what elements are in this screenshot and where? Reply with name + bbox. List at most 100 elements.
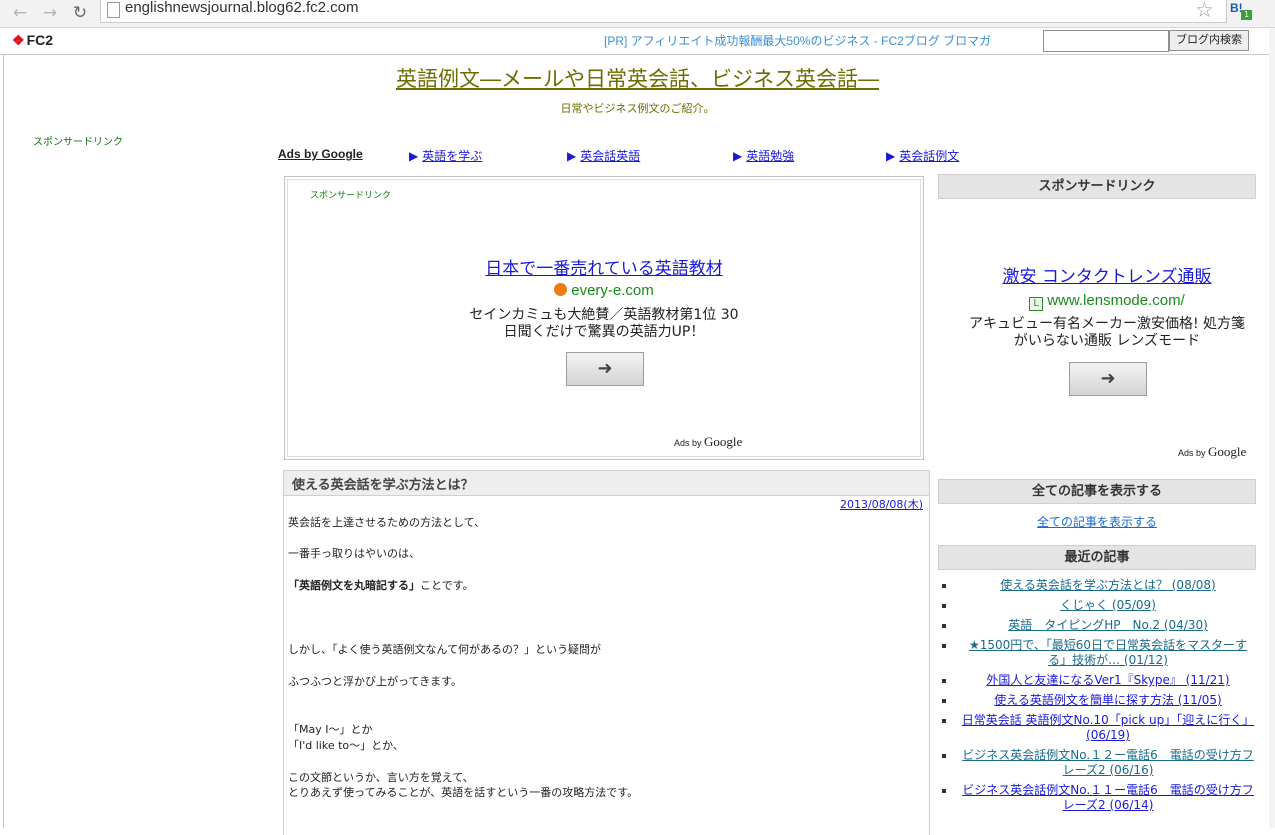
- ad-sponsor-label: スポンサードリンク: [310, 191, 392, 201]
- ad-title-link[interactable]: 日本で一番売れている英語教材: [288, 254, 920, 279]
- fc2-logo-text: FC2: [26, 32, 54, 48]
- page-icon: [107, 2, 120, 18]
- bullet-icon: [942, 699, 946, 703]
- lensmode-favicon-icon: L: [1029, 297, 1044, 311]
- sidebar-sponsor-header: スポンサードリンク: [938, 174, 1256, 199]
- link-unit-label: 英語勉強: [746, 149, 795, 163]
- address-bar[interactable]: englishnewsjournal.blog62.fc2.com: [100, 0, 1227, 23]
- link-unit-4[interactable]: ▶ 英会話例文: [886, 147, 959, 164]
- article-line: 一番手っ取りはやいのは、: [288, 547, 420, 560]
- article-line: 英会話を上達させるための方法として、: [288, 516, 486, 529]
- link-unit-1[interactable]: ▶ 英語を学ぶ: [409, 147, 482, 164]
- article-line: 「I'd like to〜」とか、: [288, 739, 404, 752]
- ad-url[interactable]: every-e.com: [288, 282, 920, 299]
- browser-toolbar: ← → ↻ englishnewsjournal.blog62.fc2.com …: [0, 0, 1275, 28]
- sidebar-ad-title-link[interactable]: 激安 コンタクトレンズ通販: [938, 262, 1275, 287]
- ad-url-text: every-e.com: [571, 282, 654, 299]
- site-title[interactable]: 英語例文―メールや日常英会話、ビジネス英会話―: [0, 63, 1275, 93]
- recent-posts-list: 使える英会話を学ぶ方法とは？ (08/08) くじゃく (05/09) 英語 タ…: [938, 578, 1256, 818]
- recent-post-link[interactable]: ビジネス英会話例文No.１２ー電話6 電話の受け方フレーズ2 (06/16): [962, 748, 1254, 777]
- link-unit-label: 英語を学ぶ: [422, 149, 483, 163]
- recent-post-item: ビジネス英会話例文No.１１ー電話6 電話の受け方フレーズ2 (06/14): [938, 783, 1256, 813]
- recent-post-link[interactable]: ★1500円で、「最短60日で日常英会話をマスターする」技術が… (01/12): [969, 638, 1247, 667]
- recent-post-item: くじゃく (05/09): [938, 598, 1256, 613]
- ads-by-google-badge[interactable]: Ads by Google: [674, 434, 742, 450]
- recent-post-item: 外国人と友達になるVer1『Skype』 (11/21): [938, 673, 1256, 688]
- recent-post-link[interactable]: 使える英会話を学ぶ方法とは？ (08/08): [1000, 578, 1215, 592]
- sidebar-ad-url[interactable]: Lwww.lensmode.com/: [938, 292, 1275, 311]
- ad-arrow-button[interactable]: ➜: [566, 352, 644, 386]
- url-text[interactable]: englishnewsjournal.blog62.fc2.com: [125, 0, 358, 16]
- extension-badge: 1: [1241, 10, 1252, 20]
- arrow-right-icon: ➜: [1100, 368, 1116, 389]
- ads-by-google-link[interactable]: Ads by Google: [278, 147, 363, 161]
- sidebar-ad-arrow-button[interactable]: ➜: [1069, 362, 1147, 396]
- bullet-icon: [942, 719, 946, 723]
- recent-post-link[interactable]: ビジネス英会話例文No.１１ー電話6 電話の受け方フレーズ2 (06/14): [962, 783, 1254, 812]
- blog-search-button[interactable]: ブログ内検索: [1169, 30, 1249, 51]
- ad-description: セインカミュも大絶賛／英語教材第1位 30 日聞くだけで驚異の英語力UP！: [288, 307, 920, 341]
- recent-post-link[interactable]: 使える英語例文を簡単に探す方法 (11/05): [994, 693, 1221, 707]
- recent-post-item: 使える英語例文を簡単に探す方法 (11/05): [938, 693, 1256, 708]
- link-unit-label: 英会話例文: [899, 149, 960, 163]
- link-unit-3[interactable]: ▶ 英語勉強: [733, 147, 794, 164]
- site-description: 日常やビジネス例文のご紹介。: [560, 102, 715, 115]
- pr-link[interactable]: [PR] アフィリエイト成功報酬最大50%のビジネス - FC2ブログ ブロマガ: [604, 32, 991, 49]
- ads-by-text: Ads by: [674, 438, 702, 448]
- bullet-icon: [942, 789, 946, 793]
- forward-icon[interactable]: →: [40, 3, 60, 23]
- sidebar-ads-by-google-badge[interactable]: Ads by Google: [1178, 444, 1246, 460]
- article-line: 「英語例文を丸暗記する」ことです。: [288, 577, 474, 593]
- ad-desc-line: アキュビュー有名メーカー激安価格! 処方箋: [968, 316, 1246, 332]
- link-unit-label: 英会話英語: [580, 149, 641, 163]
- recent-post-item: ★1500円で、「最短60日で日常英会話をマスターする」技術が… (01/12): [938, 638, 1256, 668]
- recent-post-link[interactable]: 日常英会話 英語例文No.10「pick up」「迎えに行く」 (06/19): [962, 713, 1255, 742]
- article-title[interactable]: 使える英会話を学ぶ方法とは？: [292, 474, 474, 493]
- article-emphasis: 「英語例文を丸暗記する」: [288, 579, 420, 592]
- left-sponsor-label: スポンサードリンク: [33, 137, 123, 148]
- bullet-icon: [942, 624, 946, 628]
- recent-post-item: 英語 タイピングHP No.2 (04/30): [938, 618, 1256, 633]
- ads-by-text: Ads by: [1178, 448, 1206, 458]
- link-unit-bar: Ads by Google ▶ 英語を学ぶ ▶ 英会話英語 ▶ 英語勉強 ▶ 英会話例文: [278, 147, 978, 165]
- bullet-icon: [942, 584, 946, 588]
- recent-post-item: ビジネス英会話例文No.１２ー電話6 電話の受け方フレーズ2 (06/16): [938, 748, 1256, 778]
- fc2-header-bar: ❖ FC2 [PR] アフィリエイト成功報酬最大50%のビジネス - FC2ブログ…: [0, 28, 1275, 55]
- main-ad-block: スポンサードリンク 日本で一番売れている英語教材 every-e.com セイン…: [284, 176, 924, 460]
- recent-post-link[interactable]: くじゃく (05/09): [1060, 598, 1156, 612]
- article-line: とりあえず使ってみることが、英語を話すという一番の攻略方法です。: [288, 786, 639, 799]
- article-line: ふつふつと浮かび上がってきます。: [288, 675, 463, 688]
- scrollbar[interactable]: [1269, 28, 1275, 828]
- article-line: 「May I〜」とか: [288, 723, 373, 736]
- recent-post-item: 使える英会話を学ぶ方法とは？ (08/08): [938, 578, 1256, 593]
- fc2-logo[interactable]: ❖ FC2: [12, 32, 53, 49]
- recent-post-link[interactable]: 外国人と友達になるVer1『Skype』 (11/21): [986, 673, 1229, 687]
- article-header: 使える英会話を学ぶ方法とは？: [283, 470, 930, 496]
- sidebar-ad-url-text: www.lensmode.com/: [1047, 292, 1185, 309]
- article-line: この文節というか、言い方を覚えて、: [288, 771, 474, 784]
- back-icon[interactable]: ←: [10, 3, 30, 23]
- recent-posts-header: 最近の記事: [938, 545, 1256, 570]
- recent-post-link[interactable]: 英語 タイピングHP No.2 (04/30): [1008, 618, 1208, 632]
- favicon-icon: [554, 283, 568, 296]
- blog-search-input[interactable]: [1043, 30, 1169, 52]
- main-ad-inner: スポンサードリンク 日本で一番売れている英語教材 every-e.com セイン…: [287, 179, 921, 457]
- bullet-icon: [942, 679, 946, 683]
- google-logo-text: Google: [1208, 444, 1247, 459]
- recent-post-item: 日常英会話 英語例文No.10「pick up」「迎えに行く」 (06/19): [938, 713, 1256, 743]
- article-date[interactable]: 2013/08/08(木): [840, 496, 923, 512]
- fc2-fox-icon: ❖: [12, 32, 25, 48]
- reload-icon[interactable]: ↻: [70, 3, 90, 23]
- article-text: ことです。: [420, 579, 474, 592]
- triangle-icon: ▶: [567, 149, 577, 163]
- google-logo-text: Google: [704, 434, 743, 449]
- article-body: 2013/08/08(木) 英会話を上達させるための方法として、 一番手っ取りは…: [283, 495, 930, 835]
- triangle-icon: ▶: [409, 149, 419, 163]
- triangle-icon: ▶: [733, 149, 743, 163]
- sidebar-ad-description: アキュビュー有名メーカー激安価格! 処方箋 がいらない通販 レンズモード: [938, 316, 1275, 350]
- all-posts-link[interactable]: 全ての記事を表示する: [938, 513, 1256, 530]
- ad-desc-line: 日聞くだけで驚異の英語力UP！: [503, 324, 705, 340]
- bookmark-star-icon[interactable]: ☆: [1195, 0, 1214, 22]
- triangle-icon: ▶: [886, 149, 896, 163]
- link-unit-2[interactable]: ▶ 英会話英語: [567, 147, 640, 164]
